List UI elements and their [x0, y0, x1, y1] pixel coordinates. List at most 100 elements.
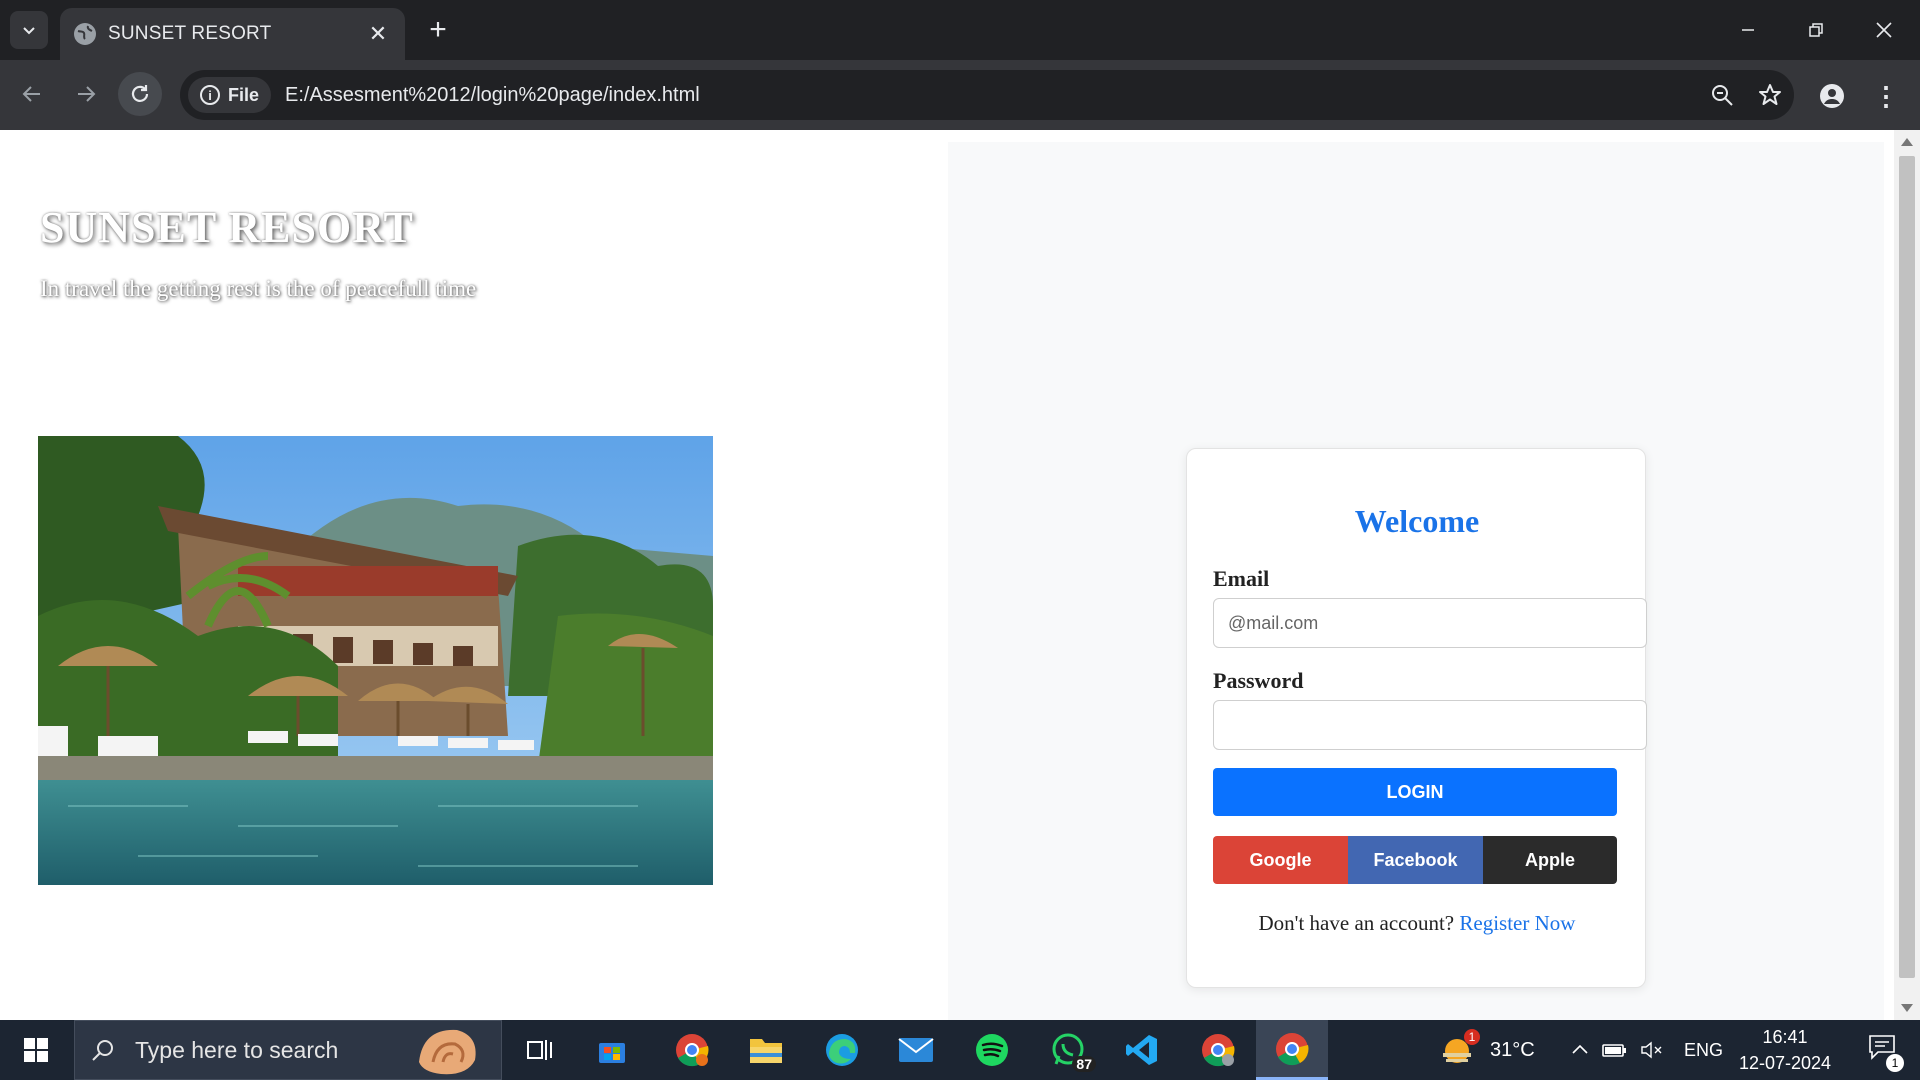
star-icon — [1759, 84, 1781, 105]
chrome-profile-app[interactable] — [656, 1020, 728, 1080]
language-indicator[interactable]: ENG — [1684, 1040, 1723, 1061]
site-info-label: File — [228, 84, 260, 105]
spotify-app[interactable] — [956, 1020, 1028, 1080]
info-icon: i — [200, 85, 220, 105]
hero-section: SUNSET RESORT In travel the getting rest… — [0, 130, 948, 1020]
chevron-down-icon — [23, 27, 35, 35]
forward-button[interactable] — [64, 72, 108, 116]
tab-close-icon[interactable]: ✕ — [363, 19, 393, 49]
address-bar[interactable]: i File E:/Assesment%2012/login%20page/in… — [180, 70, 1794, 120]
speaker-muted-icon[interactable] — [1640, 1040, 1666, 1060]
zoom-icon — [1712, 85, 1733, 106]
mail-app[interactable] — [880, 1020, 952, 1080]
resort-photo — [38, 436, 713, 885]
brand-title: SUNSET RESORT — [40, 203, 414, 252]
task-view-icon — [527, 1040, 552, 1060]
vscode-app[interactable] — [1106, 1020, 1178, 1080]
profile-button[interactable] — [1810, 74, 1854, 118]
register-prompt: Don't have an account? Register Now — [1187, 911, 1647, 936]
email-field[interactable] — [1213, 598, 1647, 648]
email-label: Email — [1213, 566, 1270, 591]
whatsapp-badge: 87 — [1072, 1056, 1096, 1072]
restore-button[interactable] — [1782, 0, 1850, 60]
register-prompt-text: Don't have an account? — [1258, 911, 1460, 935]
facebook-login-button[interactable]: Facebook — [1348, 836, 1483, 884]
notification-center-button[interactable]: 1 — [1856, 1020, 1908, 1080]
chrome-active-app[interactable] — [1256, 1020, 1328, 1080]
login-section: Welcome Email Password LOGIN Google Face… — [948, 142, 1884, 1020]
temperature: 31°C — [1490, 1038, 1535, 1061]
minimize-button[interactable] — [1714, 0, 1782, 60]
close-icon — [1876, 22, 1892, 38]
system-tray: ENG — [1570, 1020, 1723, 1080]
tab-search-button[interactable] — [10, 11, 48, 49]
taskbar-search-box[interactable]: Type here to search — [74, 1020, 502, 1080]
shell-highlight-icon — [419, 1029, 476, 1075]
mail-icon — [898, 1038, 934, 1062]
login-button[interactable]: LOGIN — [1213, 768, 1617, 816]
scroll-up-icon[interactable] — [1901, 138, 1913, 146]
chrome-icon — [676, 1034, 709, 1067]
notification-count: 1 — [1886, 1054, 1904, 1072]
windows-logo-icon — [24, 1038, 48, 1062]
new-tab-button[interactable]: + — [420, 12, 456, 48]
edge-icon — [826, 1034, 858, 1066]
vscode-icon — [1126, 1035, 1157, 1065]
scroll-down-icon[interactable] — [1901, 1004, 1913, 1012]
page-viewport: SUNSET RESORT In travel the getting rest… — [0, 130, 1920, 1020]
globe-icon — [74, 23, 96, 45]
edge-app[interactable] — [806, 1020, 878, 1080]
close-window-button[interactable] — [1850, 0, 1918, 60]
vertical-scrollbar[interactable] — [1894, 130, 1920, 1020]
clock-date: 12-07-2024 — [1738, 1053, 1832, 1073]
task-view-button[interactable] — [504, 1020, 576, 1080]
password-field[interactable] — [1213, 700, 1647, 750]
google-login-button[interactable]: Google — [1213, 836, 1348, 884]
reload-icon — [131, 85, 149, 102]
restore-icon — [1809, 23, 1823, 37]
weather-widget[interactable]: 1 31°C — [1440, 1020, 1535, 1080]
menu-kebab-icon[interactable]: ⋮ — [1866, 74, 1906, 118]
tab-title: SUNSET RESORT — [108, 23, 272, 44]
back-button[interactable] — [10, 72, 54, 116]
apple-login-button[interactable]: Apple — [1483, 836, 1617, 884]
url-text[interactable]: E:/Assesment%2012/login%20page/index.htm… — [285, 84, 1698, 107]
weather-sun-icon: 1 — [1440, 1029, 1480, 1067]
arrow-right-icon — [78, 86, 96, 102]
chevron-up-icon[interactable] — [1570, 1040, 1590, 1060]
taskbar-clock[interactable]: 16:41 12-07-2024 — [1736, 1024, 1834, 1076]
scroll-thumb[interactable] — [1899, 156, 1915, 978]
reload-button[interactable] — [118, 72, 162, 116]
whatsapp-app[interactable]: 87 — [1032, 1020, 1104, 1080]
notification-icon: 1 — [1868, 1034, 1904, 1072]
chrome-icon — [1276, 1032, 1309, 1065]
battery-icon[interactable] — [1602, 1040, 1628, 1060]
welcome-heading: Welcome — [1354, 503, 1480, 539]
browser-tab[interactable]: SUNSET RESORT ✕ — [60, 8, 405, 60]
brand-tagline: In travel the getting rest is the of pea… — [40, 276, 477, 301]
ms-store-app[interactable] — [576, 1020, 648, 1080]
folder-icon — [750, 1039, 782, 1063]
weather-badge: 1 — [1464, 1029, 1480, 1045]
zoom-button[interactable] — [1698, 71, 1746, 119]
minimize-icon — [1742, 29, 1754, 31]
spotify-icon — [976, 1034, 1008, 1066]
login-card: Welcome Email Password LOGIN Google Face… — [1186, 448, 1647, 988]
chrome-icon — [1202, 1034, 1235, 1067]
chrome-profile2-app[interactable] — [1182, 1020, 1254, 1080]
site-info-chip[interactable]: i File — [188, 77, 272, 113]
password-label: Password — [1213, 668, 1304, 693]
store-icon — [599, 1043, 625, 1063]
browser-toolbar: i File E:/Assesment%2012/login%20page/in… — [0, 60, 1920, 130]
windows-taskbar: Type here to search 87 1 31°C ENG 16:41 … — [0, 1020, 1920, 1080]
file-explorer-app[interactable] — [730, 1020, 802, 1080]
clock-time: 16:41 — [1762, 1027, 1808, 1047]
bookmark-button[interactable] — [1746, 71, 1794, 119]
browser-tab-bar: SUNSET RESORT ✕ + — [0, 0, 1920, 60]
start-button[interactable] — [0, 1020, 72, 1080]
taskbar-search-placeholder: Type here to search — [135, 1036, 339, 1063]
search-icon — [92, 1040, 113, 1061]
avatar-icon — [1820, 84, 1844, 108]
register-link[interactable]: Register Now — [1459, 911, 1575, 935]
arrow-left-icon — [22, 86, 40, 102]
